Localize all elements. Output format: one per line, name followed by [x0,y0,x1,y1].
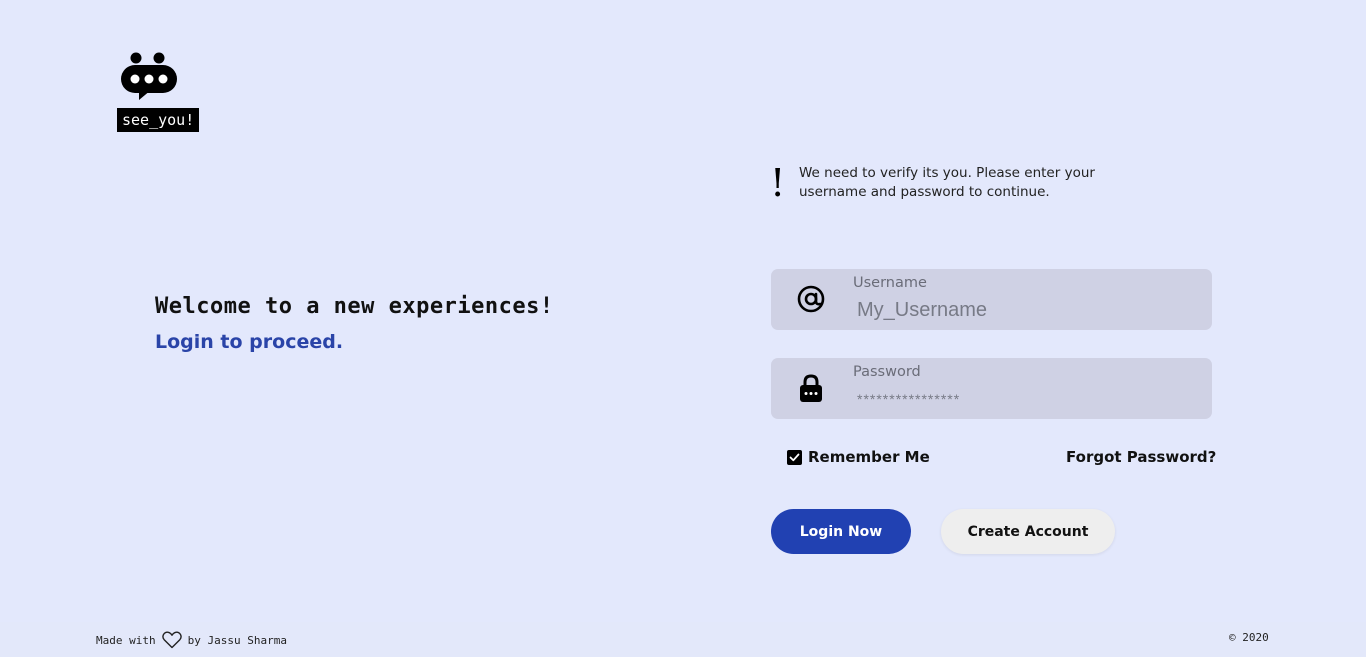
login-page: see_you! Welcome to a new experiences! L… [0,0,1366,657]
exclamation-icon: ! [770,161,786,205]
password-input[interactable] [853,385,1197,413]
password-field[interactable]: Password [771,358,1212,419]
logo[interactable]: see_you! [117,52,208,132]
speech-bubble-robot-icon [121,52,177,100]
remember-me-label: Remember Me [808,448,930,466]
made-with-text: Made with [96,633,156,647]
checkbox-checked-icon[interactable] [787,449,802,465]
at-sign-icon [796,284,826,314]
password-label: Password [853,364,921,380]
author-text: by Jassu Sharma [187,633,287,647]
welcome-heading: Welcome to a new experiences! [155,294,554,319]
lock-icon [796,373,826,403]
footer: Made with by Jassu Sharma © 2020 [0,622,1366,657]
welcome-section: Welcome to a new experiences! Login to p… [155,294,554,353]
heart-icon [161,631,182,649]
username-label: Username [853,275,927,291]
username-field[interactable]: Username [771,269,1212,330]
notice-message: We need to verify its you. Please enter … [799,165,1095,200]
copyright: © 2020 [1229,631,1269,644]
login-button[interactable]: Login Now [771,509,911,554]
welcome-subheading: Login to proceed. [155,331,344,353]
verification-notice: ! We need to verify its you. Please ente… [770,162,1130,204]
remember-me-checkbox[interactable]: Remember Me [787,448,930,466]
footer-credit: Made with by Jassu Sharma [96,631,287,649]
username-input[interactable] [853,296,1197,324]
create-account-button[interactable]: Create Account [941,509,1115,554]
forgot-password-link[interactable]: Forgot Password? [1066,448,1216,466]
brand-name: see_you! [117,108,200,132]
